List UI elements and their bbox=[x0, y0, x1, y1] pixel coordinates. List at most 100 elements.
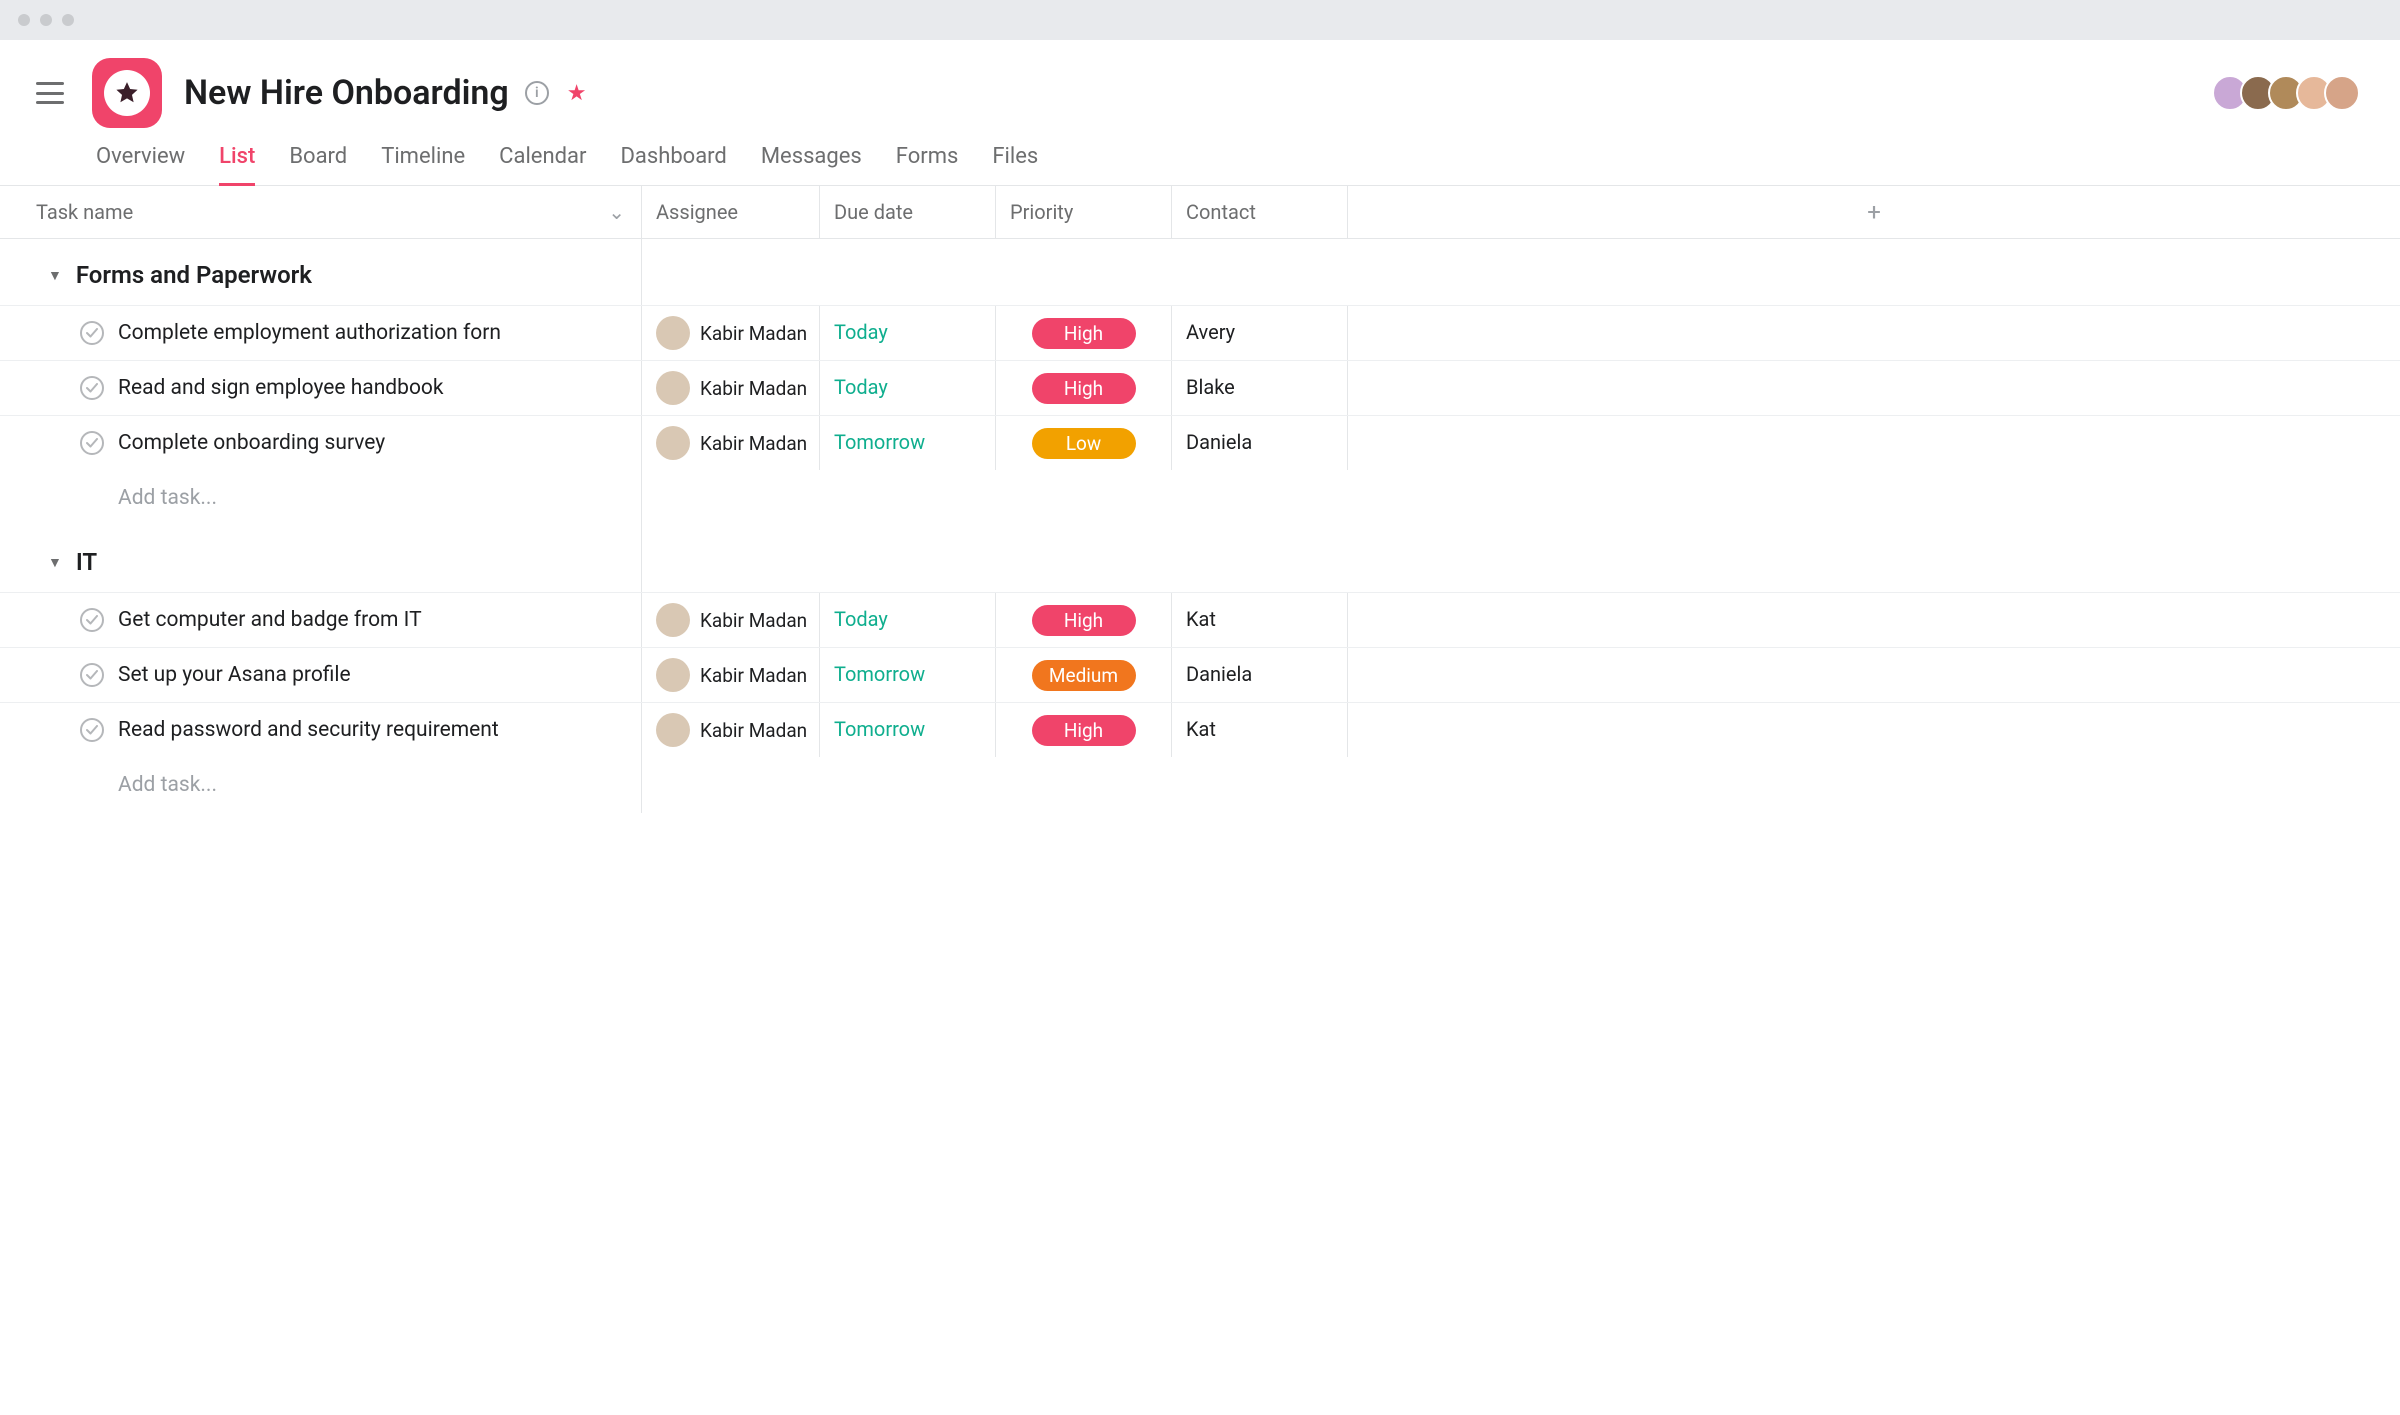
priority-pill: High bbox=[1032, 715, 1136, 746]
assignee-cell[interactable]: Kabir Madan bbox=[642, 361, 820, 415]
tab-timeline[interactable]: Timeline bbox=[381, 144, 465, 186]
due-date-cell[interactable]: Tomorrow bbox=[820, 416, 996, 470]
assignee-name: Kabir Madan bbox=[700, 664, 807, 687]
complete-checkbox[interactable] bbox=[80, 321, 104, 345]
tab-files[interactable]: Files bbox=[992, 144, 1038, 186]
priority-cell[interactable]: High bbox=[996, 593, 1172, 647]
section-title: Forms and Paperwork bbox=[76, 261, 312, 289]
priority-pill: High bbox=[1032, 373, 1136, 404]
column-priority[interactable]: Priority bbox=[996, 186, 1172, 238]
assignee-avatar bbox=[656, 713, 690, 747]
priority-pill: Low bbox=[1032, 428, 1136, 459]
assignee-cell[interactable]: Kabir Madan bbox=[642, 703, 820, 757]
task-row[interactable]: Get computer and badge from IT Kabir Mad… bbox=[0, 592, 2400, 647]
assignee-name: Kabir Madan bbox=[700, 609, 807, 632]
project-header: New Hire Onboarding i ★ bbox=[0, 40, 2400, 128]
section-title: IT bbox=[76, 548, 97, 576]
add-column-button[interactable]: + bbox=[1348, 186, 2400, 238]
priority-cell[interactable]: Low bbox=[996, 416, 1172, 470]
caret-down-icon[interactable]: ▼ bbox=[48, 267, 62, 284]
task-row[interactable]: Read password and security requirement K… bbox=[0, 702, 2400, 757]
priority-pill: Medium bbox=[1032, 660, 1136, 691]
task-name: Set up your Asana profile bbox=[118, 663, 351, 687]
tab-calendar[interactable]: Calendar bbox=[499, 144, 586, 186]
project-title[interactable]: New Hire Onboarding bbox=[184, 73, 509, 113]
task-name: Get computer and badge from IT bbox=[118, 608, 422, 632]
view-tabs: Overview List Board Timeline Calendar Dashboa… bbox=[0, 128, 2400, 186]
info-icon[interactable]: i bbox=[525, 81, 549, 105]
priority-cell[interactable]: Medium bbox=[996, 648, 1172, 702]
contact-cell[interactable]: Avery bbox=[1172, 306, 1348, 360]
due-date-cell[interactable]: Today bbox=[820, 593, 996, 647]
project-members[interactable] bbox=[2220, 75, 2370, 111]
contact-cell[interactable]: Daniela bbox=[1172, 648, 1348, 702]
assignee-avatar bbox=[656, 371, 690, 405]
traffic-light-minimize[interactable] bbox=[40, 14, 52, 26]
task-row[interactable]: Complete onboarding survey Kabir Madan T… bbox=[0, 415, 2400, 470]
menu-icon[interactable] bbox=[36, 82, 64, 104]
assignee-name: Kabir Madan bbox=[700, 719, 807, 742]
contact-cell[interactable]: Kat bbox=[1172, 593, 1348, 647]
traffic-light-close[interactable] bbox=[18, 14, 30, 26]
tab-board[interactable]: Board bbox=[289, 144, 347, 186]
priority-cell[interactable]: High bbox=[996, 703, 1172, 757]
column-headers: Task name ⌄ Assignee Due date Priority C… bbox=[0, 186, 2400, 239]
section-header[interactable]: ▼ IT bbox=[0, 526, 642, 592]
project-icon[interactable] bbox=[92, 58, 162, 128]
assignee-avatar bbox=[656, 316, 690, 350]
assignee-cell[interactable]: Kabir Madan bbox=[642, 416, 820, 470]
contact-cell[interactable]: Blake bbox=[1172, 361, 1348, 415]
column-task-label: Task name bbox=[36, 200, 133, 224]
chevron-down-icon[interactable]: ⌄ bbox=[608, 200, 625, 224]
assignee-avatar bbox=[656, 658, 690, 692]
assignee-cell[interactable]: Kabir Madan bbox=[642, 306, 820, 360]
priority-pill: High bbox=[1032, 318, 1136, 349]
tab-messages[interactable]: Messages bbox=[761, 144, 862, 186]
tab-dashboard[interactable]: Dashboard bbox=[620, 144, 726, 186]
due-date-cell[interactable]: Tomorrow bbox=[820, 648, 996, 702]
contact-cell[interactable]: Kat bbox=[1172, 703, 1348, 757]
task-name: Complete employment authorization forn bbox=[118, 321, 501, 345]
task-row[interactable]: Set up your Asana profile Kabir Madan To… bbox=[0, 647, 2400, 702]
complete-checkbox[interactable] bbox=[80, 718, 104, 742]
column-task-name[interactable]: Task name ⌄ bbox=[0, 186, 642, 238]
assignee-name: Kabir Madan bbox=[700, 432, 807, 455]
assignee-avatar bbox=[656, 603, 690, 637]
tab-overview[interactable]: Overview bbox=[96, 144, 185, 186]
assignee-cell[interactable]: Kabir Madan bbox=[642, 593, 820, 647]
due-date-cell[interactable]: Today bbox=[820, 306, 996, 360]
assignee-cell[interactable]: Kabir Madan bbox=[642, 648, 820, 702]
assignee-name: Kabir Madan bbox=[700, 377, 807, 400]
add-task-button[interactable]: Add task... bbox=[0, 470, 642, 526]
complete-checkbox[interactable] bbox=[80, 431, 104, 455]
task-name: Read and sign employee handbook bbox=[118, 376, 444, 400]
section-header[interactable]: ▼ Forms and Paperwork bbox=[0, 239, 642, 305]
caret-down-icon[interactable]: ▼ bbox=[48, 554, 62, 571]
task-row[interactable]: Read and sign employee handbook Kabir Ma… bbox=[0, 360, 2400, 415]
column-contact[interactable]: Contact bbox=[1172, 186, 1348, 238]
star-icon bbox=[114, 80, 140, 106]
due-date-cell[interactable]: Tomorrow bbox=[820, 703, 996, 757]
task-row[interactable]: Complete employment authorization forn K… bbox=[0, 305, 2400, 360]
window-chrome bbox=[0, 0, 2400, 40]
assignee-name: Kabir Madan bbox=[700, 322, 807, 345]
complete-checkbox[interactable] bbox=[80, 663, 104, 687]
contact-cell[interactable]: Daniela bbox=[1172, 416, 1348, 470]
task-name: Complete onboarding survey bbox=[118, 431, 385, 455]
traffic-light-zoom[interactable] bbox=[62, 14, 74, 26]
tab-list[interactable]: List bbox=[219, 144, 255, 186]
tab-forms[interactable]: Forms bbox=[896, 144, 959, 186]
priority-cell[interactable]: High bbox=[996, 361, 1172, 415]
task-name: Read password and security requirement bbox=[118, 718, 499, 742]
add-task-button[interactable]: Add task... bbox=[0, 757, 642, 813]
avatar[interactable] bbox=[2324, 75, 2360, 111]
assignee-avatar bbox=[656, 426, 690, 460]
priority-cell[interactable]: High bbox=[996, 306, 1172, 360]
favorite-star-icon[interactable]: ★ bbox=[567, 81, 587, 106]
complete-checkbox[interactable] bbox=[80, 376, 104, 400]
column-due-date[interactable]: Due date bbox=[820, 186, 996, 238]
priority-pill: High bbox=[1032, 605, 1136, 636]
complete-checkbox[interactable] bbox=[80, 608, 104, 632]
due-date-cell[interactable]: Today bbox=[820, 361, 996, 415]
column-assignee[interactable]: Assignee bbox=[642, 186, 820, 238]
